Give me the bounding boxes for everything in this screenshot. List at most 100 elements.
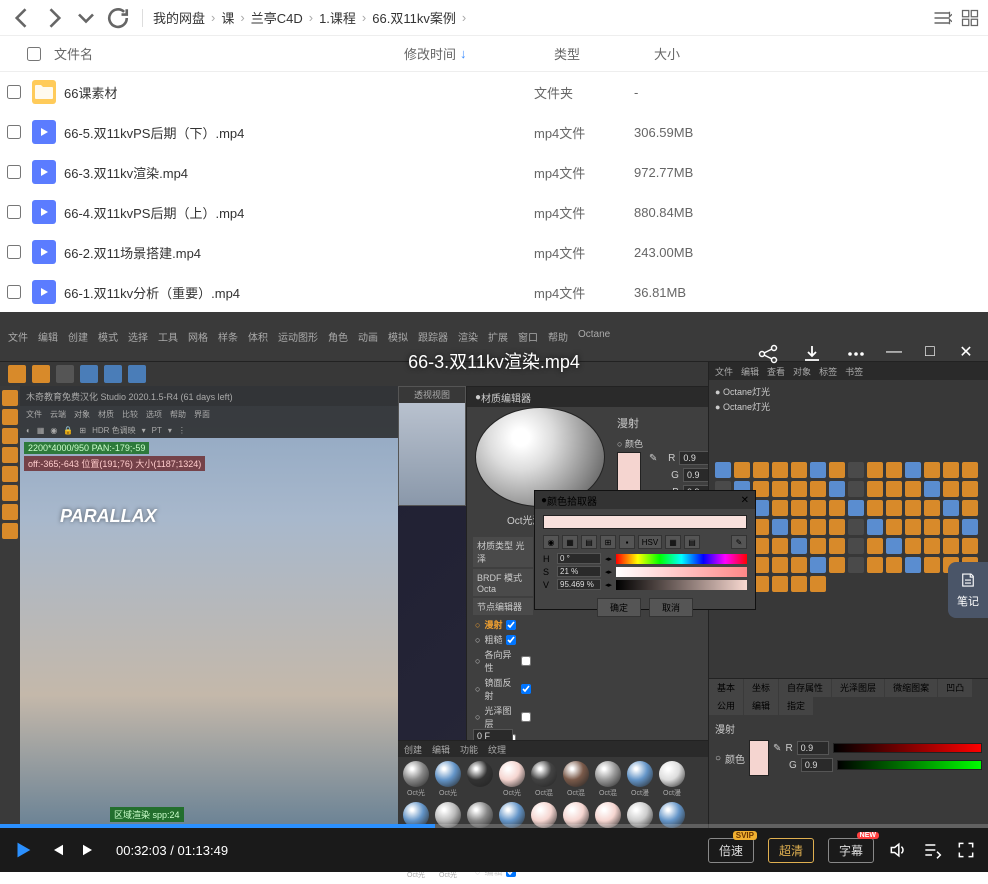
file-size: 880.84MB	[634, 205, 988, 220]
material-ball[interactable]: Oct光	[498, 761, 526, 798]
sat-slider[interactable]	[616, 567, 747, 577]
cp-eyedropper-icon[interactable]: ✎	[731, 535, 747, 549]
row-checkbox[interactable]	[4, 282, 24, 302]
note-button[interactable]: 笔记	[948, 562, 988, 618]
crumb-2[interactable]: 兰亭C4D	[251, 8, 303, 27]
row-checkbox[interactable]	[4, 122, 24, 142]
mat-prop-item[interactable]: ○镜面反射	[473, 675, 533, 703]
row-checkbox[interactable]	[4, 162, 24, 182]
video-icon	[32, 160, 56, 184]
back-button[interactable]	[8, 4, 36, 32]
menu-item[interactable]: 运动图形	[278, 329, 318, 344]
crumb-0[interactable]: 我的网盘	[153, 8, 205, 27]
sort-icon[interactable]	[932, 8, 952, 28]
menu-item[interactable]: 样条	[218, 329, 238, 344]
file-row[interactable]: 66-2.双11场景搭建.mp4 mp4文件 243.00MB	[0, 232, 988, 272]
c4d-left-tools	[0, 386, 20, 828]
menu-item[interactable]: Octane	[578, 329, 610, 344]
menu-item[interactable]: 创建	[68, 329, 88, 344]
c4d-viewport[interactable]: 木奇教育免费汉化 Studio 2020.1.5-R4 (61 days lef…	[20, 386, 398, 828]
hue-slider[interactable]	[616, 554, 747, 564]
menu-item[interactable]: 文件	[8, 329, 28, 344]
v-input[interactable]	[557, 579, 601, 590]
forward-button[interactable]	[40, 4, 68, 32]
material-ball[interactable]	[466, 761, 494, 798]
crumb-1[interactable]: 课	[221, 8, 234, 27]
ok-button[interactable]: 确定	[597, 598, 641, 617]
menu-item[interactable]: 体积	[248, 329, 268, 344]
window-min-icon[interactable]: —	[884, 342, 904, 362]
menu-item[interactable]: 模式	[98, 329, 118, 344]
crumb-3[interactable]: 1.课程	[319, 8, 356, 27]
video-frame: 文件编辑创建模式选择工具网格样条体积运动图形角色动画模拟跟踪器渲染扩展窗口帮助 O…	[0, 312, 988, 872]
r-input[interactable]	[679, 451, 711, 465]
h-input[interactable]	[557, 553, 601, 564]
window-max-icon[interactable]: □	[920, 342, 940, 362]
share-icon[interactable]	[756, 342, 780, 366]
material-ball[interactable]: Oct混	[562, 761, 590, 798]
next-button[interactable]	[80, 841, 98, 859]
refresh-button[interactable]	[104, 4, 132, 32]
prev-button[interactable]	[48, 841, 66, 859]
crumb-4[interactable]: 66.双11kv案例	[372, 8, 456, 27]
menu-item[interactable]: 渲染	[458, 329, 478, 344]
s-input[interactable]	[557, 566, 601, 577]
row-checkbox[interactable]	[4, 82, 24, 102]
menu-item[interactable]: 帮助	[548, 329, 568, 344]
cp-swatch[interactable]	[543, 515, 747, 529]
subtitle-button[interactable]: 字幕NEW	[828, 838, 874, 863]
col-date[interactable]: 修改时间↓	[404, 44, 554, 63]
dropdown-button[interactable]	[72, 4, 100, 32]
mini-viewport[interactable]: 透视视图	[398, 386, 466, 506]
play-button[interactable]	[12, 839, 34, 861]
file-row[interactable]: 66课素材 文件夹 -	[0, 72, 988, 112]
speed-button[interactable]: 倍速SVIP	[708, 838, 754, 863]
file-row[interactable]: 66-3.双11kv渲染.mp4 mp4文件 972.77MB	[0, 152, 988, 192]
row-checkbox[interactable]	[4, 242, 24, 262]
volume-icon[interactable]	[888, 840, 908, 860]
material-ball[interactable]: Oct光	[402, 761, 430, 798]
file-row[interactable]: 66-1.双11kv分析（重要）.mp4 mp4文件 36.81MB	[0, 272, 988, 312]
menu-item[interactable]: 动画	[358, 329, 378, 344]
menu-item[interactable]: 网格	[188, 329, 208, 344]
menu-item[interactable]: 跟踪器	[418, 329, 448, 344]
object-tree[interactable]: ● Octane灯光 ● Octane灯光	[709, 380, 988, 418]
file-row[interactable]: 66-5.双11kvPS后期（下）.mp4 mp4文件 306.59MB	[0, 112, 988, 152]
playlist-icon[interactable]	[922, 840, 942, 860]
menu-item[interactable]: 扩展	[488, 329, 508, 344]
col-type[interactable]: 类型	[554, 44, 654, 63]
mat-prop-item[interactable]: ○各向异性	[473, 647, 533, 675]
menu-item[interactable]: 工具	[158, 329, 178, 344]
mat-prop-item[interactable]: ○粗糙	[473, 632, 533, 647]
mat-prop-item[interactable]: ○光泽图层	[473, 703, 533, 731]
download-icon[interactable]	[800, 342, 824, 366]
cancel-button[interactable]: 取消	[649, 598, 693, 617]
menu-item[interactable]: 模拟	[388, 329, 408, 344]
col-name[interactable]: 文件名	[44, 44, 404, 63]
menu-item[interactable]: 选择	[128, 329, 148, 344]
val-slider[interactable]	[616, 580, 747, 590]
mat-prop-item[interactable]: ○漫射	[473, 617, 533, 632]
quality-button[interactable]: 超清	[768, 838, 814, 863]
col-size[interactable]: 大小	[654, 44, 988, 63]
window-close-icon[interactable]: ✕	[956, 342, 976, 362]
select-all-checkbox[interactable]	[24, 44, 44, 64]
menu-item[interactable]: 窗口	[518, 329, 538, 344]
material-ball[interactable]: Oct混	[530, 761, 558, 798]
more-icon[interactable]	[844, 342, 868, 366]
video-icon	[32, 200, 56, 224]
eyedropper-icon[interactable]: ✎	[649, 453, 657, 464]
grid-view-icon[interactable]	[960, 8, 980, 28]
material-ball[interactable]: Oct光	[434, 761, 462, 798]
file-size: 243.00MB	[634, 245, 988, 260]
cp-close-icon[interactable]: ✕	[741, 495, 749, 506]
file-row[interactable]: 66-4.双11kvPS后期（上）.mp4 mp4文件 880.84MB	[0, 192, 988, 232]
material-ball[interactable]: Oct漫	[626, 761, 654, 798]
sort-arrow-icon: ↓	[460, 46, 467, 61]
fullscreen-icon[interactable]	[956, 840, 976, 860]
material-ball[interactable]: Oct混	[594, 761, 622, 798]
menu-item[interactable]: 编辑	[38, 329, 58, 344]
material-ball[interactable]: Oct漫	[658, 761, 686, 798]
menu-item[interactable]: 角色	[328, 329, 348, 344]
row-checkbox[interactable]	[4, 202, 24, 222]
